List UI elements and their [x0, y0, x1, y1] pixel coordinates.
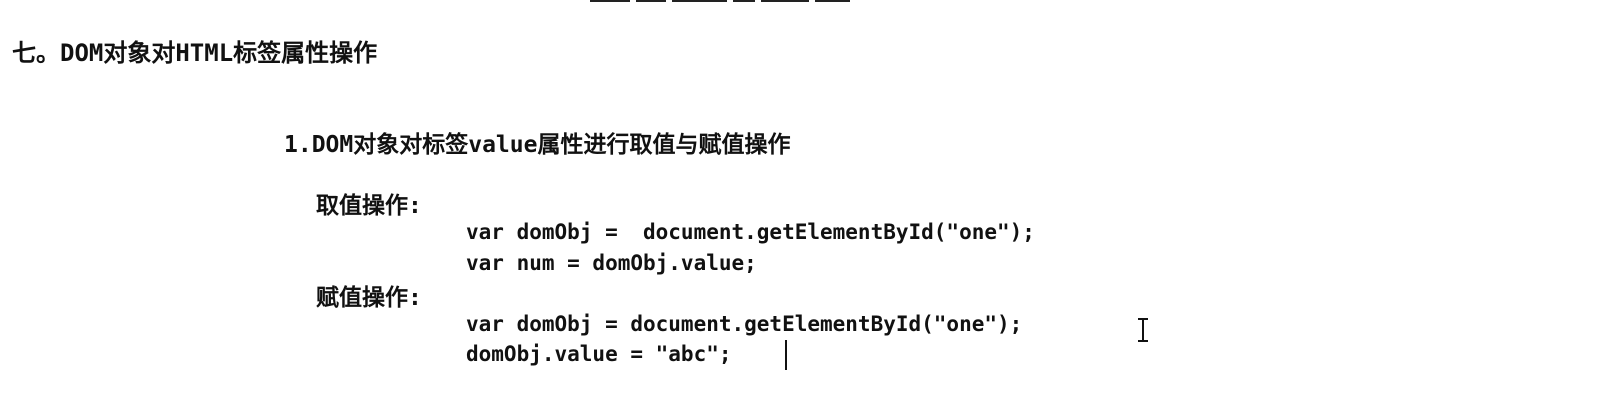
text-caret	[785, 340, 787, 370]
set-value-label: 赋值操作:	[316, 285, 422, 311]
subsection-heading: 1.DOM对象对标签value属性进行取值与赋值操作	[284, 132, 791, 158]
document-page: 七。DOM对象对HTML标签属性操作 1.DOM对象对标签value属性进行取值…	[0, 0, 1598, 407]
code-line-assign-value[interactable]: domObj.value = "abc";	[466, 342, 732, 366]
get-value-label: 取值操作:	[316, 193, 422, 219]
code-line-read-value: var num = domObj.value;	[466, 251, 757, 275]
clipped-previous-line	[590, 0, 910, 2]
section-heading: 七。DOM对象对HTML标签属性操作	[12, 39, 378, 67]
code-line-get-element: var domObj = document.getElementById("on…	[466, 220, 1035, 244]
ibeam-cursor-icon	[1138, 318, 1148, 342]
code-line-get-element-2[interactable]: var domObj = document.getElementById("on…	[466, 312, 1022, 336]
